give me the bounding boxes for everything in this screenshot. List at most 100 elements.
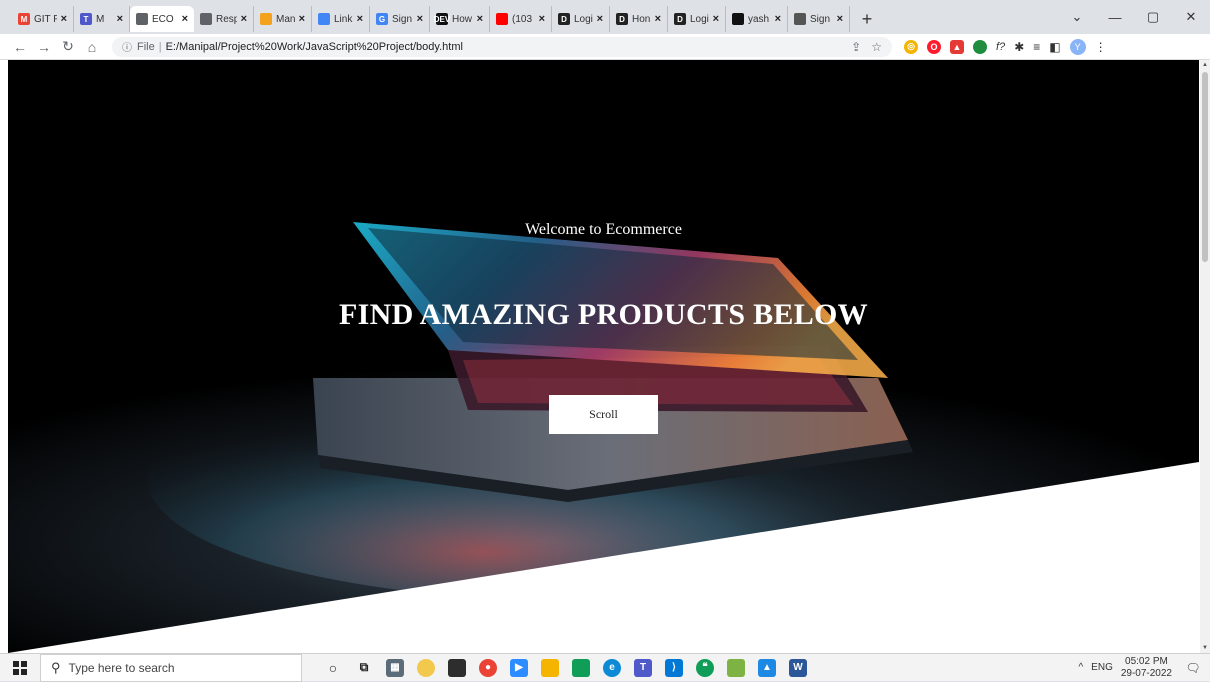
browser-tab[interactable]: Resp ×: [194, 6, 254, 32]
tab-favicon-icon: M: [18, 13, 30, 25]
browser-tab[interactable]: D Logi ×: [552, 6, 610, 32]
terminal-icon[interactable]: [448, 658, 466, 677]
browser-tab[interactable]: D Logi ×: [668, 6, 726, 32]
share-icon[interactable]: ⇪: [851, 40, 861, 54]
tab-close-icon[interactable]: ×: [241, 13, 247, 25]
tab-close-icon[interactable]: ×: [477, 13, 483, 25]
info-icon[interactable]: ⓘ: [122, 39, 132, 54]
tab-close-icon[interactable]: ×: [775, 13, 781, 25]
cortana-icon[interactable]: ○: [324, 659, 342, 677]
taskbar-clock[interactable]: 05:02 PM 29-07-2022: [1121, 656, 1172, 680]
taskbar-search-placeholder: Type here to search: [68, 660, 175, 675]
tab-title: How: [452, 13, 473, 25]
greenshot-icon[interactable]: [727, 658, 745, 677]
tab-close-icon[interactable]: ×: [597, 13, 603, 25]
browser-tab[interactable]: T M ×: [74, 6, 130, 32]
extension-new-icon[interactable]: ▲: [950, 39, 964, 54]
tab-close-icon[interactable]: ×: [117, 13, 123, 25]
hero-laptop-image: [8, 60, 1199, 653]
browser-tab[interactable]: D Hon ×: [610, 6, 668, 32]
menu-kebab-icon[interactable]: ⋮: [1095, 40, 1107, 54]
browser-tab[interactable]: Sign ×: [788, 6, 850, 32]
file-explorer-icon[interactable]: [541, 658, 559, 677]
extensions-puzzle-icon[interactable]: ✱: [1014, 40, 1024, 54]
welcome-text: Welcome to Ecommerce: [525, 221, 682, 238]
language-indicator[interactable]: ENG: [1091, 662, 1113, 673]
url-scheme: File: [137, 40, 155, 53]
back-icon[interactable]: ←: [8, 39, 32, 55]
tab-favicon-icon: D: [616, 13, 628, 25]
browser-tab[interactable]: Link ×: [312, 6, 370, 32]
scroll-up-arrow[interactable]: ▲: [1200, 62, 1210, 68]
browser-tab[interactable]: G Sign ×: [370, 6, 430, 32]
tab-close-icon[interactable]: ×: [61, 13, 67, 25]
vscode-icon[interactable]: ⟩: [665, 658, 683, 677]
new-tab-button[interactable]: +: [854, 6, 880, 32]
task-view-icon[interactable]: ⧉: [355, 659, 373, 677]
browser-tab[interactable]: DEV How ×: [430, 6, 490, 32]
tab-close-icon[interactable]: ×: [655, 13, 661, 25]
home-icon[interactable]: ⌂: [80, 39, 104, 55]
scroll-down-arrow[interactable]: ▼: [1200, 645, 1210, 651]
tab-close-icon[interactable]: ×: [357, 13, 363, 25]
tab-title: Sign: [810, 13, 831, 25]
edge-icon[interactable]: e: [603, 658, 621, 677]
forward-icon[interactable]: →: [32, 39, 56, 55]
hero-headline: FIND AMAZING PRODUCTS BELOW: [339, 298, 868, 331]
tab-title: M: [96, 13, 105, 25]
calculator-icon[interactable]: ▦: [386, 658, 404, 677]
tab-favicon-icon: [260, 13, 272, 25]
whiteboard-icon[interactable]: [572, 658, 590, 677]
clock-time: 05:02 PM: [1125, 655, 1168, 667]
tab-favicon-icon: [732, 13, 744, 25]
search-icon: ⚲: [51, 659, 61, 675]
browser-tab[interactable]: Man ×: [254, 6, 312, 32]
reload-icon[interactable]: ↻: [56, 38, 80, 55]
profile-avatar[interactable]: Y: [1069, 38, 1086, 55]
scroll-button[interactable]: Scroll: [549, 395, 658, 434]
bookmark-star-icon[interactable]: ☆: [871, 40, 882, 54]
browser-tab[interactable]: (103 ×: [490, 6, 552, 32]
tab-favicon-icon: DEV: [433, 13, 451, 25]
paint-icon[interactable]: [417, 658, 435, 677]
browser-tab[interactable]: M GIT F ×: [12, 6, 74, 32]
reading-list-icon[interactable]: ≡: [1033, 40, 1040, 54]
tab-title: GIT F: [34, 13, 57, 25]
tab-close-icon[interactable]: ×: [299, 13, 305, 25]
tab-search-icon[interactable]: ⌄: [1058, 0, 1096, 34]
address-bar[interactable]: ⓘ File | E:/Manipal/Project%20Work/JavaS…: [112, 36, 892, 57]
tab-close-icon[interactable]: ×: [539, 13, 545, 25]
windows-start-icon[interactable]: [0, 660, 40, 675]
formula-icon[interactable]: f?: [996, 41, 1005, 53]
extension-green-icon[interactable]: [973, 39, 987, 54]
word-icon[interactable]: W: [789, 658, 807, 677]
system-tray: ^ ENG 05:02 PM 29-07-2022 🗨 3: [1078, 656, 1210, 680]
taskbar-search-box[interactable]: ⚲ Type here to search: [40, 653, 302, 682]
tray-chevron-icon[interactable]: ^: [1078, 662, 1083, 673]
chrome-icon[interactable]: ●: [479, 658, 497, 677]
tab-close-icon[interactable]: ×: [417, 13, 423, 25]
side-panel-icon[interactable]: ◧: [1049, 40, 1060, 54]
tab-title: Sign: [392, 13, 413, 25]
window-controls: ⌄ — ▢ ✕: [1058, 0, 1210, 34]
extension-compass-icon[interactable]: ◎: [904, 39, 918, 54]
hangouts-icon[interactable]: ❝: [696, 658, 714, 677]
minimize-button[interactable]: —: [1096, 0, 1134, 34]
opera-icon[interactable]: O: [927, 39, 941, 54]
photos-icon[interactable]: ▲: [758, 658, 776, 677]
close-window-button[interactable]: ✕: [1172, 0, 1210, 34]
browser-tab[interactable]: yash ×: [726, 6, 788, 32]
zoom-icon[interactable]: ▶: [510, 658, 528, 677]
page-scrollbar[interactable]: ▲ ▼: [1200, 60, 1210, 653]
teams-icon[interactable]: T: [634, 658, 652, 677]
notifications-icon[interactable]: 🗨: [1184, 659, 1202, 677]
scrollbar-thumb[interactable]: [1202, 72, 1208, 262]
tab-close-icon[interactable]: ×: [837, 13, 843, 25]
tab-close-icon[interactable]: ×: [713, 13, 719, 25]
tab-list: MGIT F×TM×ECO×Resp×Man×Link×GSign×DEVHow…: [0, 2, 850, 32]
browser-tab[interactable]: ECO ×: [130, 6, 194, 32]
tab-title: Logi: [690, 13, 709, 25]
restore-button[interactable]: ▢: [1134, 0, 1172, 34]
tab-title: Logi: [574, 13, 593, 25]
tab-close-icon[interactable]: ×: [182, 13, 188, 25]
